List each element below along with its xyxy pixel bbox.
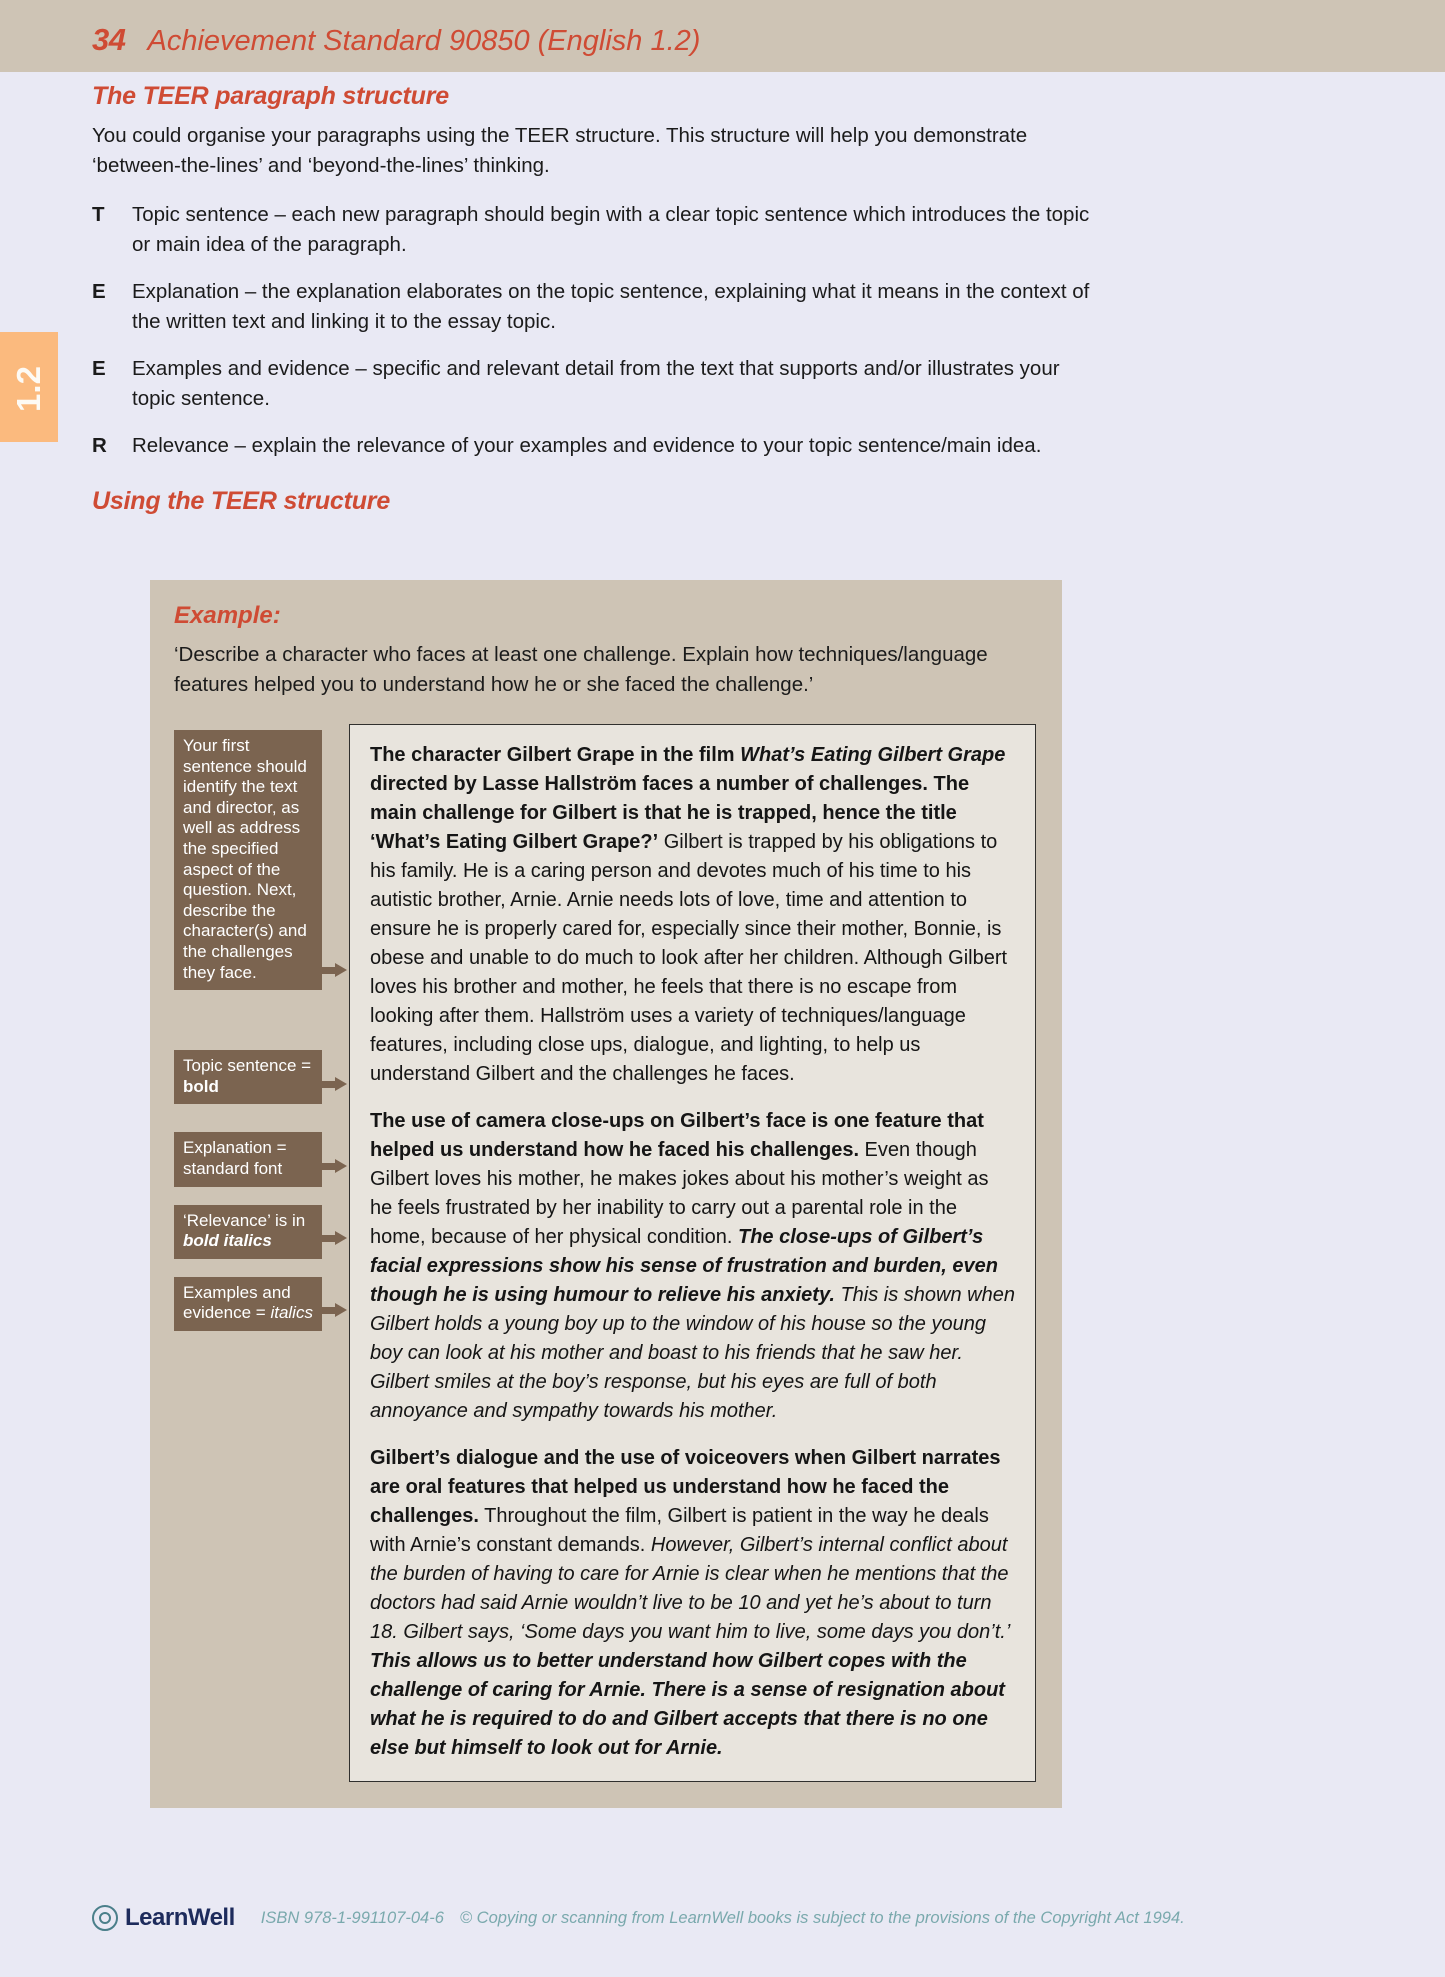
callout-relevance: ‘Relevance’ is in bold italics [174,1204,347,1259]
arrow-right-icon [321,1076,347,1092]
essay-paragraph: The character Gilbert Grape in the film … [370,741,1015,1089]
section-heading-using-teer: Using the TEER structure [92,487,391,515]
teer-item-r: R Relevance – explain the relevance of y… [92,431,1102,461]
teer-list: T Topic sentence – each new paragraph sh… [92,200,1102,461]
callout-examples-evidence: Examples and evidence = italics [174,1276,347,1331]
arrow-right-icon [321,1231,347,1246]
callout-line-2: bold italics [183,1231,272,1251]
intro-paragraph: You could organise your paragraphs using… [92,124,1028,177]
teer-letter: R [92,434,107,457]
callout-explanation: Explanation = standard font [174,1132,347,1187]
teer-item-e2: E Examples and evidence – specific and r… [92,354,1102,414]
text-run: This allows us to better understand how … [370,1650,1005,1759]
callout-topic-sentence: Topic sentence = bold [174,1050,347,1105]
callout-line-2-prefix: evidence = [183,1303,271,1323]
callout-line-1: Topic sentence = [183,1056,312,1076]
teer-item-t: T Topic sentence – each new paragraph sh… [92,200,1102,260]
page-title: Achievement Standard 90850 (English 1.2) [147,25,701,57]
teer-letter: E [92,357,106,380]
callout-text: Your first sentence should identify the … [183,736,307,982]
arrow-right-icon [321,1303,347,1318]
page-header-content: 34 Achievement Standard 90850 (English 1… [92,22,700,58]
teer-letter: T [92,203,105,226]
standard-side-tab: 1.2 [0,332,58,442]
example-panel: Example: ‘Describe a character who faces… [150,580,1062,1808]
essay-paragraph: Gilbert’s dialogue and the use of voiceo… [370,1444,1015,1763]
callout-line-1: Examples and [183,1282,291,1302]
teer-description: Topic sentence – each new paragraph shou… [132,203,1090,256]
essay-sample-panel: The character Gilbert Grape in the film … [349,724,1036,1782]
callout-first-sentence: Your first sentence should identify the … [174,730,347,991]
arrow-right-icon [321,1158,347,1174]
example-title: Example: [174,602,281,629]
callout-line-2-italic: italics [270,1303,313,1323]
main-content: The TEER paragraph structure You could o… [92,82,1102,526]
spiral-icon [92,1905,118,1931]
text-run: Gilbert is trapped by his obligations to… [370,831,1008,1085]
teer-description: Explanation – the explanation elaborates… [132,280,1090,333]
arrow-right-icon [321,962,347,978]
callout-line-1: ‘Relevance’ is in [183,1210,306,1230]
callout-line-2: bold [183,1076,219,1096]
copyright-text: © Copying or scanning from LearnWell boo… [459,1908,1185,1927]
text-run: The character Gilbert Grape in the film [370,744,741,766]
teer-description: Examples and evidence – specific and rel… [132,357,1060,410]
side-tab-label: 1.2 [10,366,47,412]
teer-description: Relevance – explain the relevance of you… [132,434,1042,457]
section-heading-teer-structure: The TEER paragraph structure [92,82,449,110]
teer-letter: E [92,280,106,303]
learnwell-logo: LearnWell [92,1904,235,1932]
page-number: 34 [92,22,126,57]
teer-item-e1: E Explanation – the explanation elaborat… [92,277,1102,337]
example-body: Your first sentence should identify the … [174,724,1038,1782]
callout-column: Your first sentence should identify the … [174,724,349,1339]
example-prompt: ‘Describe a character who faces at least… [174,643,988,696]
callout-line-2: standard font [183,1158,283,1178]
page-header-bar: 34 Achievement Standard 90850 (English 1… [0,0,1445,72]
callout-line-1: Explanation = [183,1138,287,1158]
text-run: What’s Eating Gilbert Grape [740,744,1006,766]
page-footer: LearnWell ISBN 978-1-991107-04-6 © Copyi… [92,1904,1185,1932]
isbn-text: ISBN 978-1-991107-04-6 [260,1908,444,1927]
essay-paragraph: The use of camera close-ups on Gilbert’s… [370,1107,1015,1426]
logo-text: LearnWell [125,1904,235,1931]
